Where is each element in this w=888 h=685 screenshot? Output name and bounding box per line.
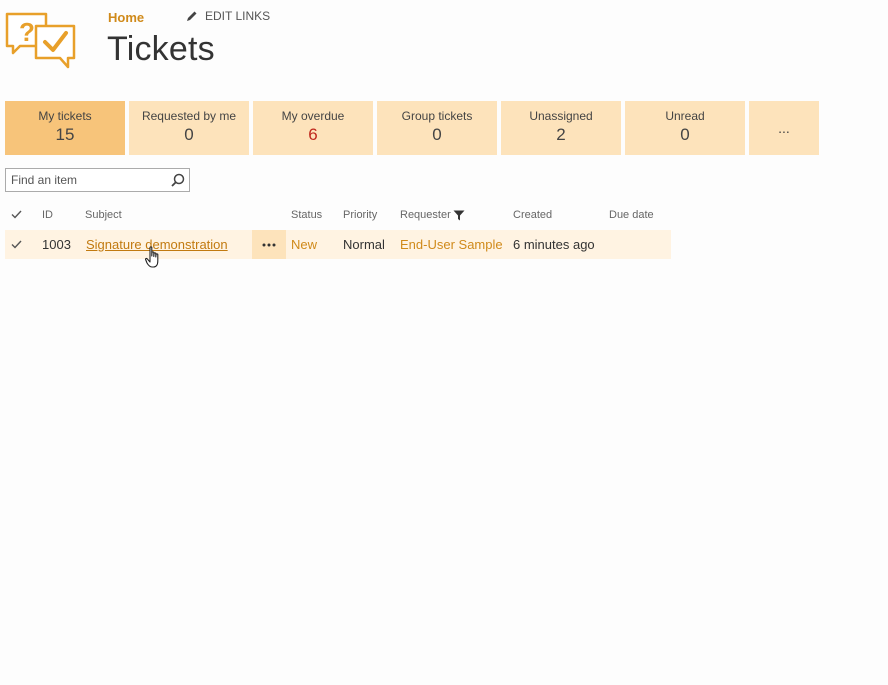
- tile-unassigned[interactable]: Unassigned 2: [501, 101, 621, 155]
- ticket-view-tiles: My tickets 15 Requested by me 0 My overd…: [5, 101, 823, 155]
- svg-text:?: ?: [19, 17, 35, 47]
- column-header-requester-label: Requester: [400, 209, 451, 221]
- tile-count: 0: [432, 125, 442, 144]
- tile-label: Unassigned: [529, 109, 593, 123]
- cell-created: 6 minutes ago: [513, 237, 595, 252]
- cell-requester-link[interactable]: End-User Sample: [400, 237, 503, 252]
- edit-links-label: EDIT LINKS: [205, 9, 271, 23]
- edit-links-button[interactable]: EDIT LINKS: [186, 9, 270, 23]
- search-button[interactable]: [167, 173, 189, 187]
- tile-my-overdue[interactable]: My overdue 6: [253, 101, 373, 155]
- nav-home-link[interactable]: Home: [108, 10, 144, 25]
- tile-more-button[interactable]: ...: [749, 101, 819, 155]
- ellipsis-icon: [262, 243, 276, 246]
- tile-label: My overdue: [281, 109, 345, 123]
- tile-label: Unread: [665, 109, 705, 123]
- tile-count: 0: [680, 125, 690, 144]
- tile-label: My tickets: [38, 109, 92, 123]
- tile-count: 15: [55, 125, 75, 144]
- filter-icon: [453, 210, 465, 220]
- cell-priority: Normal: [343, 237, 385, 252]
- tile-label: Requested by me: [141, 109, 237, 123]
- tile-unread[interactable]: Unread 0: [625, 101, 745, 155]
- column-header-subject[interactable]: Subject: [85, 209, 122, 221]
- search-box: [5, 168, 190, 192]
- cell-id: 1003: [42, 237, 71, 252]
- pencil-icon: [187, 11, 197, 21]
- tickets-logo-icon: ?: [5, 12, 76, 69]
- column-header-priority[interactable]: Priority: [343, 209, 377, 221]
- column-header-id[interactable]: ID: [42, 209, 53, 221]
- hand-cursor-icon: [145, 246, 159, 268]
- tile-requested-by-me[interactable]: Requested by me 0: [129, 101, 249, 155]
- column-header-created[interactable]: Created: [513, 209, 552, 221]
- tile-label: Group tickets: [401, 109, 473, 123]
- tile-count: 6: [308, 125, 318, 144]
- column-header-status[interactable]: Status: [291, 209, 322, 221]
- tile-group-tickets[interactable]: Group tickets 0: [377, 101, 497, 155]
- page-title: Tickets: [107, 30, 215, 68]
- top-navigation: Home EDIT LINKS: [108, 8, 270, 26]
- row-actions-button[interactable]: [252, 230, 286, 259]
- column-header-requester[interactable]: Requester: [400, 209, 465, 221]
- tile-count: 2: [556, 125, 566, 144]
- ellipsis-icon: ...: [778, 120, 790, 136]
- tile-my-tickets[interactable]: My tickets 15: [5, 101, 125, 155]
- select-all-check-icon[interactable]: [11, 210, 22, 219]
- search-icon: [171, 173, 185, 187]
- search-input[interactable]: [6, 173, 167, 187]
- column-header-due-date[interactable]: Due date: [609, 209, 654, 221]
- cell-status: New: [291, 237, 318, 252]
- tile-count: 0: [184, 125, 194, 144]
- row-select-check-icon[interactable]: [11, 240, 22, 249]
